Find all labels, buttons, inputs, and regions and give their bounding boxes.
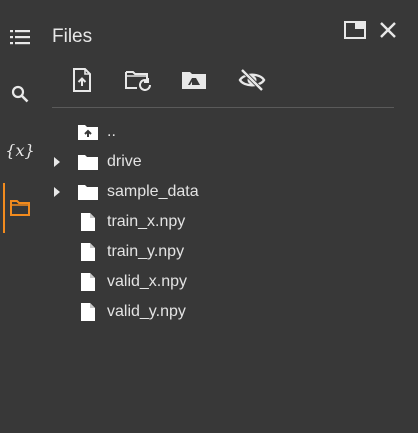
file-icon (78, 207, 98, 237)
close-button[interactable] (374, 18, 402, 46)
drive-folder-icon (181, 70, 207, 95)
tree-item-label: valid_x.npy (107, 273, 188, 290)
folder-refresh-icon (124, 69, 152, 96)
variables-icon: {x} (5, 140, 35, 160)
expand-caret-icon[interactable] (52, 177, 62, 207)
folder-icon (78, 177, 98, 207)
file-icon (78, 267, 98, 297)
folder-up-icon (78, 117, 98, 147)
upload-file-icon (73, 67, 91, 97)
window-icon (344, 20, 366, 44)
tree-item-label: drive (107, 153, 142, 170)
tree-item-valid-x[interactable]: valid_x.npy (50, 267, 390, 297)
close-icon (379, 21, 397, 44)
list-icon (10, 29, 30, 45)
file-icon (78, 237, 98, 267)
tree-item-drive[interactable]: drive (50, 147, 390, 177)
panel-title: Files (52, 26, 93, 47)
search-button[interactable] (0, 74, 40, 114)
file-icon (78, 297, 98, 327)
table-of-contents-button[interactable] (0, 17, 40, 57)
files-panel: {x} Files .. drive sample_data train_x.n… (0, 0, 418, 433)
refresh-button[interactable] (120, 64, 156, 100)
folder-icon (78, 147, 98, 177)
tree-item-train-x[interactable]: train_x.npy (50, 207, 390, 237)
mount-drive-button[interactable] (176, 64, 212, 100)
folder-icon (9, 199, 31, 217)
visibility-off-icon (238, 68, 266, 97)
variables-button[interactable]: {x} (0, 130, 40, 170)
expand-caret-icon[interactable] (52, 147, 62, 177)
search-icon (11, 85, 29, 103)
upload-button[interactable] (64, 64, 100, 100)
left-rail: {x} (0, 0, 40, 433)
open-in-tab-button[interactable] (341, 18, 369, 46)
tree-item-label: train_x.npy (107, 213, 186, 230)
toggle-hidden-button[interactable] (234, 64, 270, 100)
tree-item-sample-data[interactable]: sample_data (50, 177, 390, 207)
tree-item-label: sample_data (107, 183, 199, 200)
toolbar-divider (52, 107, 394, 108)
tree-item-label: train_y.npy (107, 243, 185, 260)
files-button[interactable] (0, 188, 40, 228)
tree-item-valid-y[interactable]: valid_y.npy (50, 297, 390, 327)
tree-item-label: valid_y.npy (107, 303, 186, 320)
tree-item-train-y[interactable]: train_y.npy (50, 237, 390, 267)
tree-item-parent[interactable]: .. (50, 117, 390, 147)
tree-item-label: .. (107, 123, 116, 140)
